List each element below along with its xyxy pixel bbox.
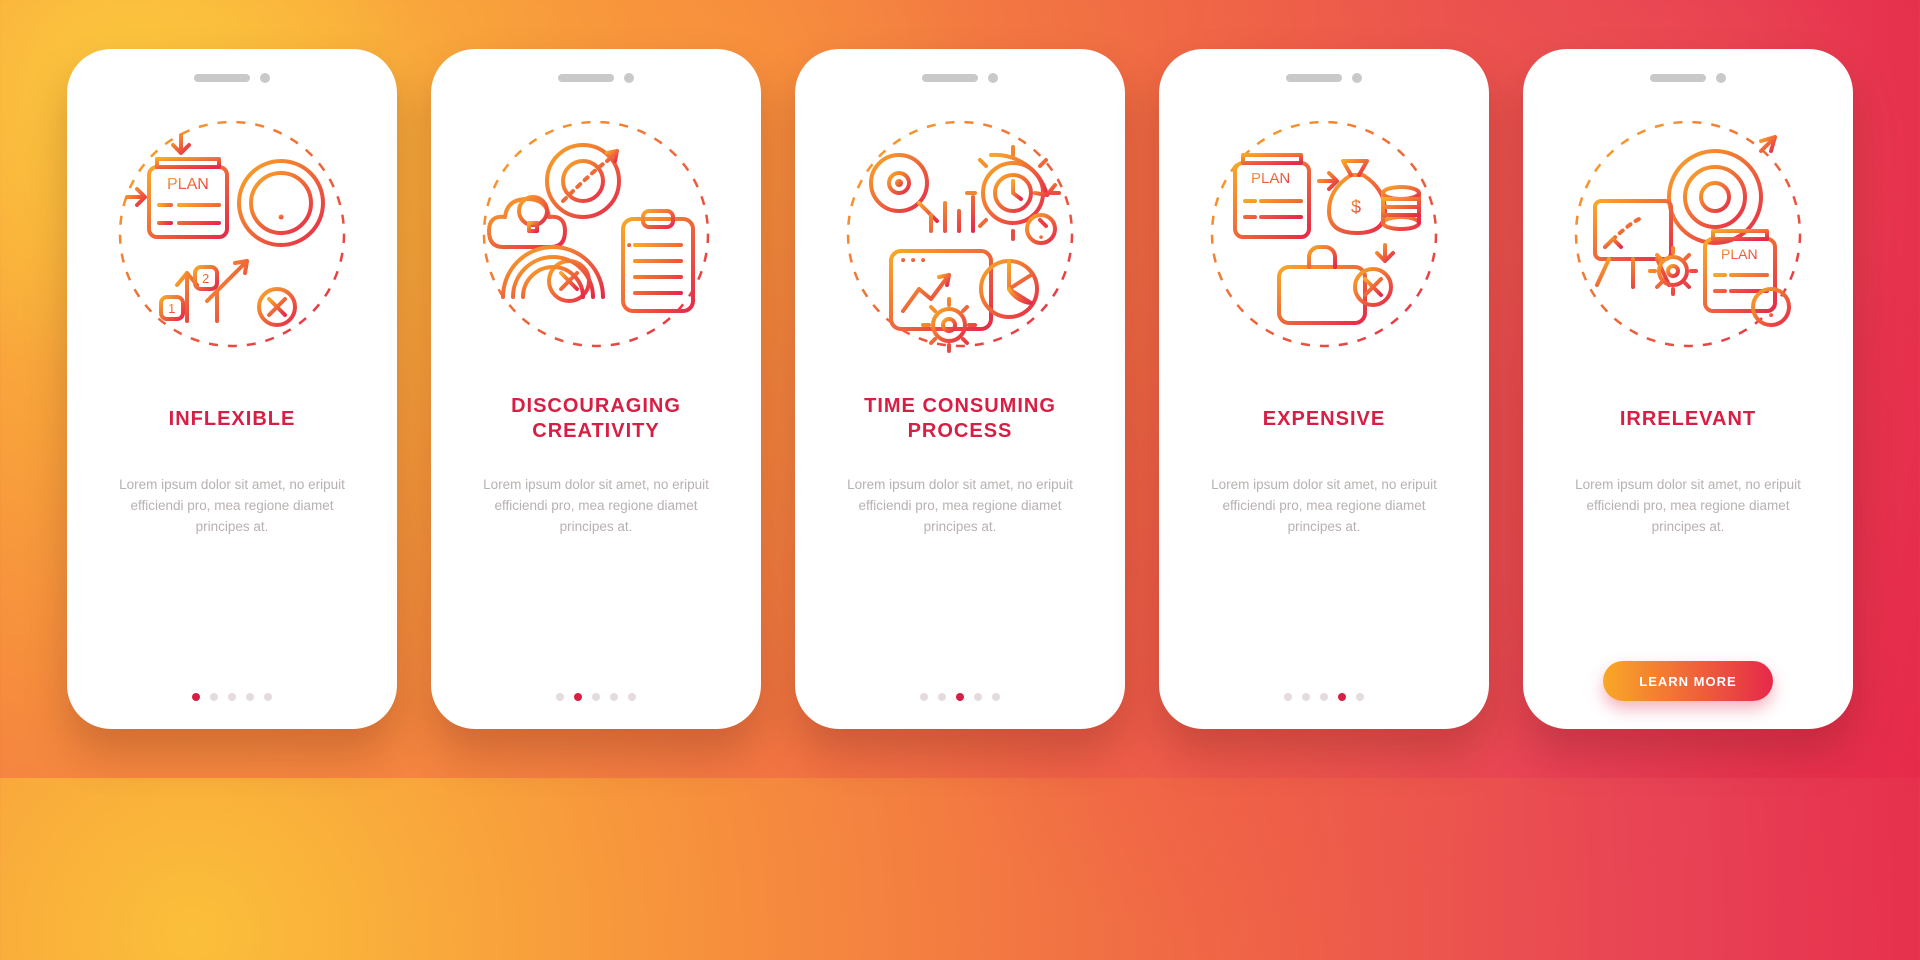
svg-text:PLAN: PLAN [1721,246,1758,262]
dot-5[interactable] [264,693,272,701]
phone-notch [1286,73,1362,83]
speaker-icon [1650,74,1706,82]
svg-text:$: $ [1351,197,1361,217]
camera-icon [988,73,998,83]
target-miss-icon: PLAN [1565,111,1811,357]
time-process-icon [837,111,1083,357]
phone-notch [558,73,634,83]
svg-text:2: 2 [202,271,209,286]
camera-icon [1716,73,1726,83]
page-indicator [556,693,636,701]
dot-5[interactable] [992,693,1000,701]
dot-4[interactable] [246,693,254,701]
plan-warning-icon: PLAN 1 2 [109,111,355,357]
svg-text:1: 1 [168,301,175,316]
speaker-icon [194,74,250,82]
dot-3[interactable] [956,693,964,701]
phone-notch [1650,73,1726,83]
dot-1[interactable] [1284,693,1292,701]
dot-2[interactable] [574,693,582,701]
dot-4[interactable] [610,693,618,701]
onboarding-screen-1: PLAN 1 2 [67,49,397,729]
speaker-icon [1286,74,1342,82]
screen-title: IRRELEVANT [1620,391,1756,447]
dot-1[interactable] [192,693,200,701]
camera-icon [1352,73,1362,83]
dot-2[interactable] [938,693,946,701]
phone-notch [194,73,270,83]
dot-4[interactable] [1338,693,1346,701]
onboarding-screen-2: DISCOURAGING CREATIVITY Lorem ipsum dolo… [431,49,761,729]
page-indicator [920,693,1000,701]
screen-desc: Lorem ipsum dolor sit amet, no eripuit e… [1547,475,1829,555]
dot-3[interactable] [592,693,600,701]
screen-desc: Lorem ipsum dolor sit amet, no eripuit e… [91,475,373,555]
dot-2[interactable] [1302,693,1310,701]
money-plan-icon: PLAN $ [1201,111,1447,357]
dot-4[interactable] [974,693,982,701]
speaker-icon [922,74,978,82]
screen-title: DISCOURAGING CREATIVITY [511,391,681,447]
phone-row: PLAN 1 2 [0,0,1920,778]
onboarding-screen-5: PLAN IRRELEVANT Lorem ipsum dolor sit am… [1523,49,1853,729]
creativity-block-icon [473,111,719,357]
camera-icon [260,73,270,83]
svg-text:PLAN: PLAN [1251,170,1290,187]
dot-1[interactable] [556,693,564,701]
onboarding-screen-3: TIME CONSUMING PROCESS Lorem ipsum dolor… [795,49,1125,729]
screen-title: INFLEXIBLE [169,391,296,447]
dot-5[interactable] [628,693,636,701]
onboarding-screen-4: PLAN $ [1159,49,1489,729]
camera-icon [624,73,634,83]
dot-2[interactable] [210,693,218,701]
phone-notch [922,73,998,83]
screen-title: TIME CONSUMING PROCESS [864,391,1056,447]
svg-text:PLAN: PLAN [167,176,209,193]
dot-1[interactable] [920,693,928,701]
dot-3[interactable] [228,693,236,701]
dot-5[interactable] [1356,693,1364,701]
dot-3[interactable] [1320,693,1328,701]
screen-title: EXPENSIVE [1263,391,1385,447]
learn-more-button[interactable]: LEARN MORE [1603,661,1772,701]
page-indicator [1284,693,1364,701]
screen-desc: Lorem ipsum dolor sit amet, no eripuit e… [455,475,737,555]
speaker-icon [558,74,614,82]
page-indicator [192,693,272,701]
screen-desc: Lorem ipsum dolor sit amet, no eripuit e… [1183,475,1465,555]
screen-desc: Lorem ipsum dolor sit amet, no eripuit e… [819,475,1101,555]
